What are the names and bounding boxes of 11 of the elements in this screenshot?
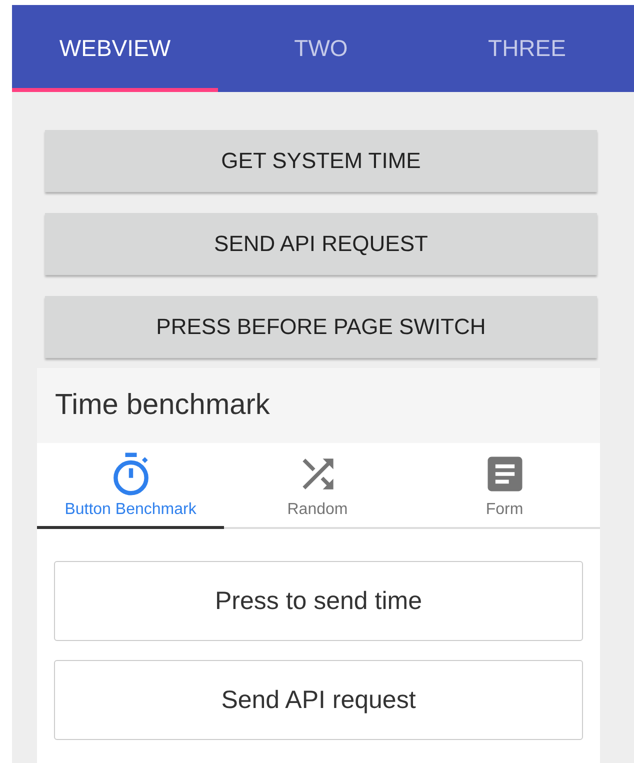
outlined-button[interactable]: Send API request (54, 660, 583, 740)
card-title: Time benchmark (55, 389, 270, 422)
tab[interactable]: Random (224, 443, 411, 529)
action-button[interactable]: GET SYSTEM TIME (45, 130, 597, 192)
tab[interactable]: THREE (424, 5, 630, 92)
outlined-button[interactable]: Press to send time (54, 561, 583, 641)
tab[interactable]: Form (411, 443, 598, 529)
tab[interactable]: Button Benchmark (37, 443, 224, 529)
action-button[interactable]: SEND API REQUEST (45, 213, 597, 275)
tab[interactable]: TWO (218, 5, 424, 92)
action-button[interactable]: PRESS BEFORE PAGE SWITCH (45, 296, 597, 358)
